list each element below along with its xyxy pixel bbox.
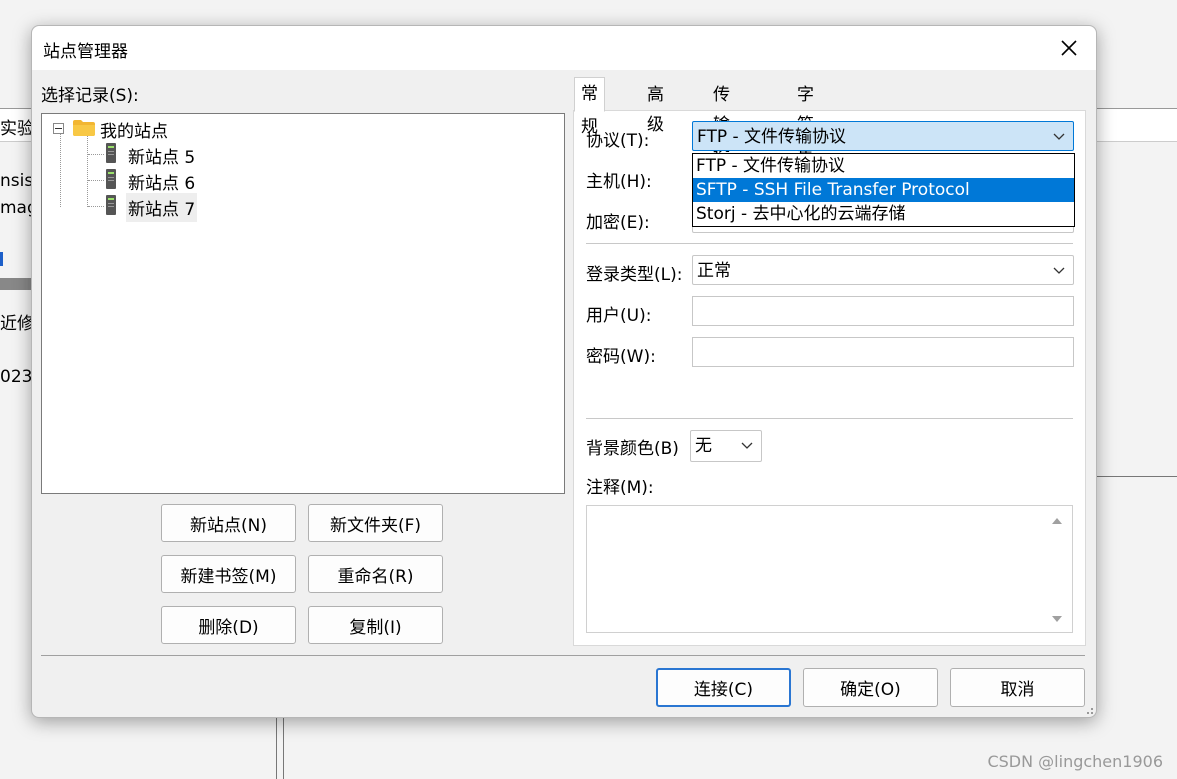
protocol-option-highlighted[interactable]: SFTP - SSH File Transfer Protocol xyxy=(693,178,1074,202)
tab-general[interactable]: 常规 xyxy=(574,77,605,137)
background-divider xyxy=(276,716,277,779)
delete-button[interactable]: 删除(D) xyxy=(161,606,296,644)
tree-connector xyxy=(87,136,88,207)
copy-button[interactable]: 复制(I) xyxy=(308,606,443,644)
tab-transfer-settings[interactable]: 传输设置 xyxy=(706,79,737,195)
scroll-up-icon[interactable] xyxy=(1050,514,1064,528)
password-input[interactable] xyxy=(692,337,1074,367)
logon-type-select[interactable]: 正常 xyxy=(692,255,1074,285)
chevron-down-icon xyxy=(1053,267,1065,274)
server-icon xyxy=(106,195,116,215)
tree-expander[interactable] xyxy=(53,123,64,134)
user-label: 用户(U): xyxy=(586,306,652,326)
tree-site-item[interactable]: 新站点 5 xyxy=(128,143,195,168)
background-color-label: 背景颜色(B) xyxy=(586,439,679,459)
chevron-down-icon xyxy=(1053,133,1065,140)
tab-charset[interactable]: 字符集 xyxy=(790,79,821,165)
close-icon xyxy=(1061,40,1077,56)
background-divider xyxy=(283,716,284,779)
footer-divider xyxy=(41,655,1085,656)
host-label: 主机(H): xyxy=(586,172,652,192)
tree-connector xyxy=(88,180,104,181)
connect-button[interactable]: 连接(C) xyxy=(656,668,791,707)
site-tree[interactable]: 我的站点 新站点 5 新站点 6 新站点 7 xyxy=(41,113,565,494)
rename-button[interactable]: 重命名(R) xyxy=(308,555,443,593)
background-text: 实验 xyxy=(0,119,34,139)
protocol-dropdown-list: FTP - 文件传输协议 SFTP - SSH File Transfer Pr… xyxy=(692,153,1075,227)
protocol-select-value: FTP - 文件传输协议 xyxy=(697,127,847,147)
tree-connector xyxy=(60,134,61,207)
protocol-option[interactable]: Storj - 去中心化的云端存储 xyxy=(693,202,1074,226)
encryption-label: 加密(E): xyxy=(586,213,650,233)
comments-textarea[interactable] xyxy=(586,505,1073,633)
dialog-title: 站点管理器 xyxy=(43,42,128,62)
new-folder-button[interactable]: 新文件夹(F) xyxy=(308,504,443,542)
folder-icon xyxy=(73,120,95,136)
title-bar: 站点管理器 xyxy=(32,26,1096,70)
tree-connector xyxy=(88,206,104,207)
new-bookmark-button[interactable]: 新建书签(M) xyxy=(161,555,296,593)
separator xyxy=(586,418,1073,419)
site-manager-dialog: 站点管理器 选择记录(S): 我的站点 新站点 5 新站点 6 新站点 7 新站… xyxy=(31,25,1097,718)
user-input[interactable] xyxy=(692,296,1074,326)
tree-site-item[interactable]: 新站点 6 xyxy=(128,169,195,194)
close-button[interactable] xyxy=(1056,35,1082,61)
cancel-button[interactable]: 取消 xyxy=(950,668,1085,707)
scroll-down-icon[interactable] xyxy=(1050,612,1064,626)
protocol-select[interactable]: FTP - 文件传输协议 xyxy=(692,121,1074,151)
background-divider xyxy=(1095,476,1177,477)
password-label: 密码(W): xyxy=(586,347,656,367)
select-entry-label: 选择记录(S): xyxy=(41,86,139,106)
tab-advanced[interactable]: 高级 xyxy=(640,79,671,135)
tree-root-my-sites[interactable]: 我的站点 xyxy=(100,117,168,142)
background-text: 近修 xyxy=(0,314,34,334)
comments-label: 注释(M): xyxy=(586,478,654,498)
tree-connector xyxy=(88,154,104,155)
watermark: CSDN @lingchen1906 xyxy=(987,752,1163,771)
server-icon xyxy=(106,169,116,189)
separator xyxy=(586,243,1073,244)
background-color-select[interactable]: 无 xyxy=(690,430,762,462)
server-icon xyxy=(106,143,116,163)
background-text: nsis xyxy=(0,171,34,191)
new-site-button[interactable]: 新站点(N) xyxy=(161,504,296,542)
ok-button[interactable]: 确定(O) xyxy=(803,668,938,707)
resize-grip-icon[interactable] xyxy=(1084,705,1094,715)
chevron-down-icon xyxy=(741,442,753,449)
background-selection-marker xyxy=(0,252,3,266)
protocol-option[interactable]: FTP - 文件传输协议 xyxy=(693,154,1074,178)
tree-site-item-selected[interactable]: 新站点 7 xyxy=(126,193,198,222)
background-scrollbar xyxy=(0,278,32,290)
background-color-value: 无 xyxy=(695,436,712,456)
logon-type-value: 正常 xyxy=(697,261,731,281)
protocol-label: 协议(T): xyxy=(586,131,650,151)
logon-type-label: 登录类型(L): xyxy=(586,265,683,285)
